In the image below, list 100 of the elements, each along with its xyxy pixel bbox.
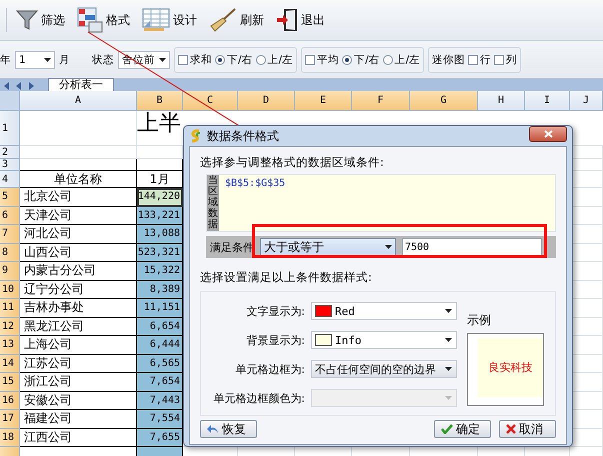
funnel-icon: [16, 9, 38, 31]
broom-icon: [209, 8, 237, 32]
radio-option[interactable]: 上/左: [256, 52, 294, 66]
caret-icon: [159, 58, 166, 62]
column-header[interactable]: J: [570, 91, 603, 111]
sample-label: 示例: [467, 312, 492, 329]
ok-button[interactable]: 确定: [434, 420, 491, 438]
row-header[interactable]: 11: [0, 299, 20, 318]
row-header[interactable]: 1: [0, 111, 20, 146]
range-label: 当区域数据: [207, 175, 219, 231]
checkmark-icon: [441, 424, 453, 434]
year-label: 年: [0, 52, 11, 66]
table-cell: 6,565: [137, 354, 183, 373]
toolbar-button[interactable]: 刷新: [206, 6, 267, 34]
table-cell: 133,221: [137, 206, 183, 225]
caret-icon: [445, 309, 452, 313]
table-cell: 7,654: [137, 373, 183, 392]
checkbox[interactable]: [305, 54, 316, 64]
row-header[interactable]: 9: [0, 262, 20, 280]
field-label: 单元格边框颜色为:: [212, 390, 306, 406]
caret-icon: [445, 367, 452, 371]
toolbar-button[interactable]: 设计: [139, 6, 200, 34]
row-header[interactable]: 18: [0, 428, 20, 447]
field-label: 背景显示为:: [245, 332, 306, 348]
month-dropdown[interactable]: 1: [15, 50, 55, 68]
checkbox-option[interactable]: 行: [468, 52, 492, 66]
status-label: 状态: [92, 52, 114, 66]
row-header[interactable]: 5: [0, 188, 20, 206]
row-header[interactable]: 2: [0, 146, 20, 159]
column-header[interactable]: I: [525, 91, 570, 111]
field-label: 文字显示为:: [245, 304, 306, 318]
reset-button[interactable]: 恢复: [200, 420, 257, 438]
column-header[interactable]: B: [137, 91, 183, 111]
row-header[interactable]: 15: [0, 373, 20, 392]
column-header[interactable]: D: [238, 91, 295, 111]
table-cell: 7,443: [137, 392, 183, 410]
toolbar-button[interactable]: 筛选: [13, 7, 68, 33]
sample-text: 良实科技: [478, 338, 543, 397]
section-label: 选择参与调整格式的数据区域条件:: [200, 155, 385, 170]
row-header[interactable]: 16: [0, 392, 20, 410]
caret-icon: [445, 338, 452, 342]
table-cell: 7,554: [137, 410, 183, 428]
radio-button[interactable]: [342, 54, 352, 64]
column-header[interactable]: C: [183, 91, 238, 111]
table-cell: 11,151: [137, 299, 183, 318]
row-header[interactable]: 4: [0, 171, 20, 188]
sheet-tab[interactable]: 分析表一: [48, 78, 114, 91]
checkbox-option[interactable]: 平均: [305, 52, 340, 66]
column-header[interactable]: G: [410, 91, 478, 111]
table-cell: 523,321: [137, 244, 183, 262]
condition-input[interactable]: 7500: [402, 238, 542, 256]
radio-button[interactable]: [382, 54, 393, 64]
checkbox-option[interactable]: 求和: [178, 52, 212, 66]
radio-option[interactable]: 上/左: [382, 52, 420, 66]
row-header[interactable]: 17: [0, 410, 20, 428]
radio-option[interactable]: 下/右: [342, 52, 380, 66]
style-dropdown[interactable]: Info: [311, 331, 457, 349]
logo-icon: [189, 129, 203, 143]
row-header[interactable]: 3: [0, 159, 20, 171]
condition-dropdown[interactable]: 大于或等于: [260, 238, 396, 256]
range-text: $B$5:$G$35: [224, 177, 286, 191]
caret-icon: [44, 58, 51, 62]
column-header[interactable]: F: [352, 91, 410, 111]
column-header[interactable]: A: [20, 91, 137, 111]
row-header[interactable]: 8: [0, 244, 20, 262]
table-cell: 6,654: [137, 318, 183, 336]
cancel-button[interactable]: 取消: [499, 420, 556, 438]
checkbox[interactable]: [468, 54, 478, 64]
close-icon: [544, 130, 552, 138]
row-header[interactable]: 6: [0, 206, 20, 225]
field-label: 单元格边框为:: [234, 362, 306, 376]
toolbar-button[interactable]: 格式: [74, 5, 133, 35]
column-header[interactable]: E: [295, 91, 352, 111]
checkbox[interactable]: [178, 54, 188, 64]
checkbox-option[interactable]: 列: [494, 52, 518, 66]
dialog-title: 数据条件格式: [207, 128, 280, 144]
close-button[interactable]: [529, 126, 567, 142]
toolbar-button[interactable]: 退出: [273, 6, 328, 34]
column-title: 单位名称: [20, 171, 137, 188]
radio-button[interactable]: [256, 54, 266, 64]
row-header[interactable]: 12: [0, 318, 20, 336]
row-header[interactable]: 10: [0, 280, 20, 299]
style-dropdown[interactable]: Red: [311, 302, 457, 320]
row-header[interactable]: 14: [0, 354, 20, 373]
checkbox[interactable]: [494, 54, 504, 64]
radio-button[interactable]: [215, 54, 225, 64]
table-cell: 144,220: [137, 188, 183, 206]
sheet-nav-icon[interactable]: [2, 81, 36, 91]
column-header[interactable]: H: [478, 91, 525, 111]
radio-option[interactable]: 下/右: [215, 52, 253, 66]
row-header[interactable]: 13: [0, 336, 20, 354]
month-label: 月: [59, 52, 70, 66]
row-header[interactable]: 7: [0, 225, 20, 244]
table-icon: [142, 8, 170, 32]
table-cell: 6,444: [137, 336, 183, 354]
undo-arrow-icon: [207, 424, 219, 434]
sparkline-label: 迷你图: [432, 52, 466, 66]
cross-icon: [506, 424, 516, 434]
style-dropdown[interactable]: 不占任何空间的空的边界: [311, 360, 457, 378]
status-dropdown[interactable]: 舍位前: [118, 50, 170, 68]
